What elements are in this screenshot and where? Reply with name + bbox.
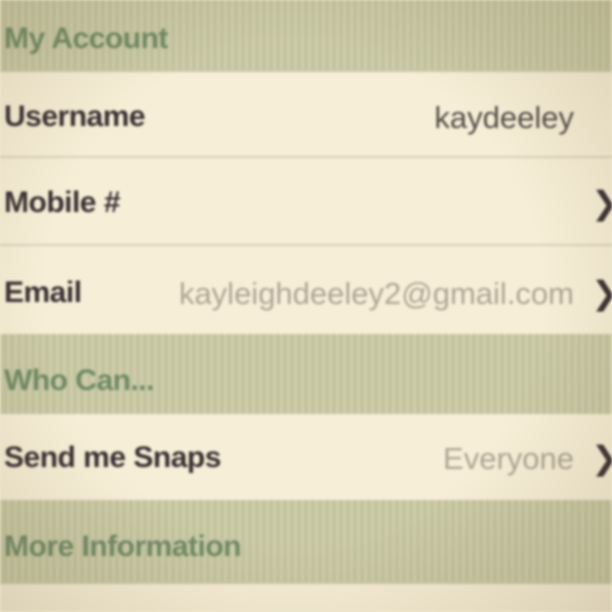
email-row[interactable]: Email kayleighdeeley2@gmail.com ❯ bbox=[0, 246, 612, 334]
list-item[interactable] bbox=[0, 582, 612, 612]
section-header-who-can: Who Can... bbox=[0, 334, 612, 414]
chevron-right-icon: ❯ bbox=[591, 439, 612, 477]
email-value: kayleighdeeley2@gmail.com bbox=[178, 276, 574, 311]
mobile-row[interactable]: Mobile # ❯ bbox=[0, 158, 612, 246]
send-me-snaps-label: Send me Snaps bbox=[4, 441, 221, 474]
email-label: Email bbox=[4, 276, 82, 309]
chevron-right-icon: ❯ bbox=[591, 184, 612, 222]
send-me-snaps-value: Everyone bbox=[443, 441, 574, 476]
section-title: Who Can... bbox=[4, 364, 154, 397]
username-row[interactable]: Username kaydeeley bbox=[0, 70, 612, 158]
section-header-my-account: My Account bbox=[0, 0, 612, 70]
section-title: My Account bbox=[4, 22, 168, 55]
send-me-snaps-row[interactable]: Send me Snaps Everyone ❯ bbox=[0, 414, 612, 500]
username-label: Username bbox=[4, 100, 146, 133]
section-header-more-information: More Information bbox=[0, 500, 612, 582]
username-value: kaydeeley bbox=[434, 100, 574, 135]
chevron-right-icon: ❯ bbox=[591, 274, 612, 312]
mobile-label: Mobile # bbox=[4, 186, 121, 219]
settings-screen: My Account Username kaydeeley Mobile # ❯… bbox=[0, 0, 612, 612]
section-title: More Information bbox=[4, 530, 242, 563]
